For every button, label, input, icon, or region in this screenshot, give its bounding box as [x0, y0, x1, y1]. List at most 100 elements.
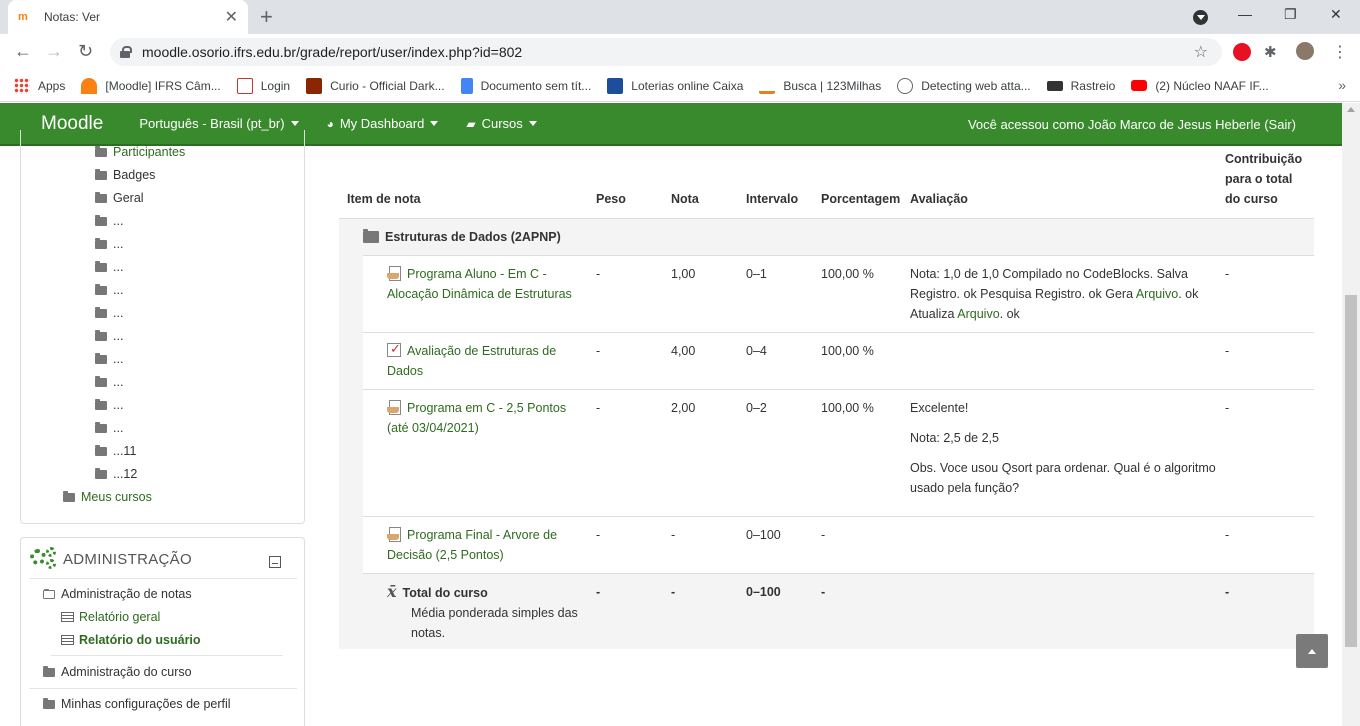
grades-admin-item[interactable]: Administração de notas — [43, 587, 192, 601]
dashboard-icon: ◕ — [326, 116, 334, 131]
reload-icon[interactable]: ↻ — [78, 41, 93, 62]
url-text[interactable]: moodle.osorio.ifrs.edu.br/grade/report/u… — [142, 44, 522, 60]
range-cell: 0–1 — [746, 267, 767, 281]
dashboard-menu[interactable]: ◕ My Dashboard — [327, 116, 439, 131]
course-tree-label[interactable]: ...11 — [113, 444, 136, 458]
course-tree-label[interactable]: ...12 — [113, 467, 137, 481]
profile-settings-item[interactable]: Minhas configurações de perfil — [43, 697, 231, 711]
grade-item-link[interactable]: Programa Aluno - Em C - Alocação Dinâmic… — [387, 264, 572, 304]
my-courses-item[interactable]: Meus cursos — [63, 490, 152, 504]
course-tree-item[interactable]: ... — [95, 306, 123, 320]
grade-item-link[interactable]: Programa em C - 2,5 Pontos (até 03/04/20… — [387, 398, 566, 438]
grade-item-link[interactable]: Programa Final - Arvore de Decisão (2,5 … — [387, 525, 557, 565]
course-tree-item[interactable]: ...11 — [95, 444, 136, 458]
course-tree-item[interactable]: ... — [95, 352, 123, 366]
grade-item-link[interactable]: Avaliação de Estruturas de Dados — [387, 339, 556, 381]
user-report-link[interactable]: Relatório do usuário — [79, 633, 201, 647]
item-name[interactable]: Dados — [387, 361, 556, 381]
course-tree-item[interactable]: ... — [95, 398, 123, 412]
back-to-top-button[interactable] — [1296, 634, 1328, 668]
course-admin-item[interactable]: Administração do curso — [43, 665, 192, 679]
course-tree-item[interactable]: ... — [95, 237, 123, 251]
course-tree-label[interactable]: ... — [113, 260, 123, 274]
course-tree-item[interactable]: ...12 — [95, 467, 137, 481]
course-tree-label[interactable]: ... — [113, 375, 123, 389]
language-menu[interactable]: Português - Brasil (pt_br) — [139, 116, 299, 131]
item-name[interactable]: Decisão (2,5 Pontos) — [387, 545, 557, 565]
course-tree-label[interactable]: Participantes — [113, 145, 185, 159]
my-courses-link[interactable]: Meus cursos — [81, 490, 152, 504]
user-report-item[interactable]: Relatório do usuário — [61, 633, 201, 647]
minimize-window-button[interactable]: — — [1238, 6, 1252, 22]
course-tree-label[interactable]: ... — [113, 306, 123, 320]
more-bookmarks-icon[interactable]: » — [1338, 77, 1346, 93]
course-tree-item[interactable]: ... — [95, 283, 123, 297]
course-tree-label[interactable]: ... — [113, 421, 123, 435]
course-tree-label[interactable]: ... — [113, 237, 123, 251]
course-tree-item[interactable]: Participantes — [95, 145, 185, 159]
bookmark-123milhas[interactable]: Busca | 123Milhas — [759, 77, 881, 94]
bookmark-apps[interactable]: Apps — [14, 77, 65, 94]
logged-in-user[interactable]: Você acessou como João Marco de Jesus He… — [968, 117, 1296, 132]
feedback-link[interactable]: Arquivo — [957, 307, 999, 321]
extensions-puzzle-icon[interactable]: ✱ — [1264, 43, 1282, 61]
bookmark-star-icon[interactable]: ☆ — [1194, 42, 1208, 62]
tab-search-icon[interactable] — [1193, 10, 1208, 25]
bookmarks-bar: Apps [Moodle] IFRS Câm... Login Curio - … — [0, 70, 1360, 102]
item-name[interactable]: Programa Aluno - Em C - — [407, 267, 547, 281]
item-name[interactable]: Alocação Dinâmica de Estruturas — [387, 284, 572, 304]
course-tree-label[interactable]: ... — [113, 214, 123, 228]
scroll-thumb[interactable] — [1345, 295, 1357, 647]
course-tree-label[interactable]: ... — [113, 352, 123, 366]
course-tree-label[interactable]: ... — [113, 398, 123, 412]
courses-menu[interactable]: ▰ Cursos — [466, 116, 537, 131]
grades-admin-label[interactable]: Administração de notas — [61, 587, 192, 601]
course-tree-item[interactable]: Geral — [95, 191, 144, 205]
item-name[interactable]: Programa Final - Arvore de — [407, 528, 557, 542]
item-name[interactable]: (até 03/04/2021) — [387, 418, 566, 438]
collapse-block-icon[interactable] — [269, 556, 281, 568]
folder-icon — [95, 214, 107, 226]
course-tree-item[interactable]: ... — [95, 329, 123, 343]
item-name[interactable]: Programa em C - 2,5 Pontos — [407, 401, 566, 415]
bookmark-login[interactable]: Login — [236, 77, 290, 94]
close-tab-icon[interactable]: ✕ — [225, 7, 238, 27]
browser-menu-icon[interactable]: ⋮ — [1332, 42, 1350, 61]
bookmark-rastreio[interactable]: Rastreio — [1046, 79, 1115, 93]
back-arrow-icon[interactable]: ← — [14, 41, 32, 62]
feedback-link[interactable]: Arquivo — [1136, 287, 1178, 301]
page-scrollbar[interactable] — [1342, 103, 1360, 726]
close-window-button[interactable]: ✕ — [1330, 6, 1342, 23]
feedback-line: Obs. Voce usou Qsort para ordenar. Qual … — [910, 461, 1216, 475]
course-tree-item[interactable]: ... — [95, 375, 123, 389]
overview-report-item[interactable]: Relatório geral — [61, 610, 160, 624]
bookmark-youtube[interactable]: (2) Núcleo NAAF IF... — [1131, 79, 1269, 93]
course-tree-item[interactable]: ... — [95, 214, 123, 228]
forward-arrow-icon[interactable]: → — [45, 41, 63, 62]
profile-settings-label[interactable]: Minhas configurações de perfil — [61, 697, 231, 711]
overview-report-link[interactable]: Relatório geral — [79, 610, 160, 624]
profile-avatar[interactable] — [1296, 42, 1314, 60]
bookmark-moodle[interactable]: [Moodle] IFRS Câm... — [81, 77, 221, 94]
course-tree-label[interactable]: ... — [113, 283, 123, 297]
restore-window-button[interactable]: ❐ — [1284, 6, 1297, 23]
course-tree-item[interactable]: ... — [95, 260, 123, 274]
opera-extension-icon[interactable] — [1233, 43, 1251, 61]
bookmark-detecting[interactable]: Detecting web atta... — [897, 77, 1031, 94]
new-tab-button[interactable]: + — [260, 4, 273, 30]
course-admin-label[interactable]: Administração do curso — [61, 665, 192, 679]
bookmark-loterias[interactable]: Loterias online Caixa — [607, 77, 743, 94]
course-tree-label[interactable]: Badges — [113, 168, 155, 182]
browser-tab[interactable]: m Notas: Ver ✕ — [8, 0, 248, 34]
course-tree-label[interactable]: ... — [113, 329, 123, 343]
total-description: Média ponderada simples das — [411, 606, 578, 620]
course-tree-label[interactable]: Geral — [113, 191, 144, 205]
lock-icon[interactable] — [120, 46, 132, 58]
course-tree-item[interactable]: ... — [95, 421, 123, 435]
address-bar[interactable]: moodle.osorio.ifrs.edu.br/grade/report/u… — [110, 38, 1222, 66]
bookmark-curio[interactable]: Curio - Official Dark... — [306, 77, 445, 94]
item-name[interactable]: Avaliação de Estruturas de — [407, 344, 556, 358]
scroll-up-icon[interactable] — [1347, 107, 1355, 112]
bookmark-document[interactable]: Documento sem tít... — [460, 77, 591, 94]
course-tree-item[interactable]: Badges — [95, 168, 155, 182]
